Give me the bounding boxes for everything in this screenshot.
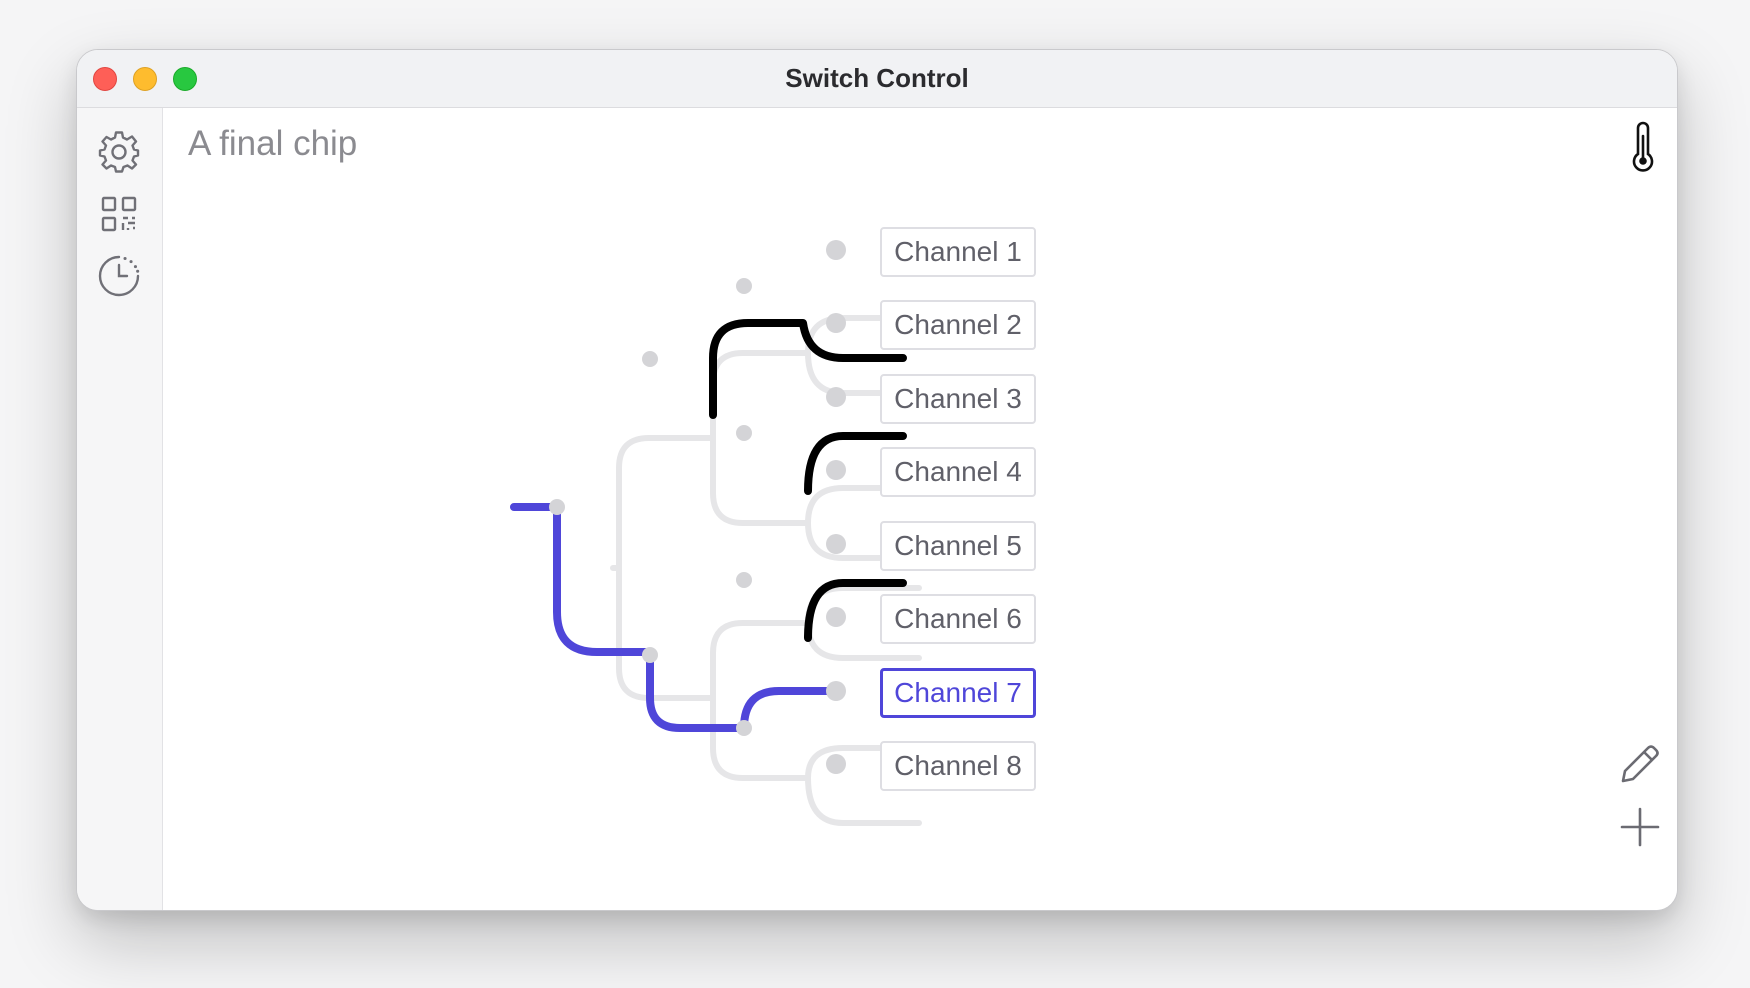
timer-icon[interactable] — [97, 254, 141, 298]
qr-code-icon[interactable] — [97, 192, 141, 236]
inactive-paths — [610, 315, 922, 826]
main-content: A final chip Channel 1 Channel 2 Channel… — [163, 108, 1677, 910]
sidebar — [77, 108, 163, 910]
app-window: Switch Control A final chip Channel 1 Ch… — [76, 49, 1678, 911]
channel-button-6[interactable]: Channel 6 — [880, 594, 1036, 644]
channel-button-4[interactable]: Channel 4 — [880, 447, 1036, 497]
channel-button-7[interactable]: Channel 7 — [880, 668, 1036, 718]
active-route — [510, 503, 840, 732]
channel-button-1[interactable]: Channel 1 — [880, 227, 1036, 277]
pencil-icon[interactable] — [1617, 741, 1663, 787]
channel-button-3[interactable]: Channel 3 — [880, 374, 1036, 424]
window-title: Switch Control — [785, 63, 969, 93]
title-bar: Switch Control — [77, 50, 1677, 108]
gear-icon[interactable] — [97, 130, 141, 174]
channel-button-5[interactable]: Channel 5 — [880, 521, 1036, 571]
plus-icon[interactable] — [1617, 804, 1663, 850]
channel-button-2[interactable]: Channel 2 — [880, 300, 1036, 350]
channel-button-8[interactable]: Channel 8 — [880, 741, 1036, 791]
